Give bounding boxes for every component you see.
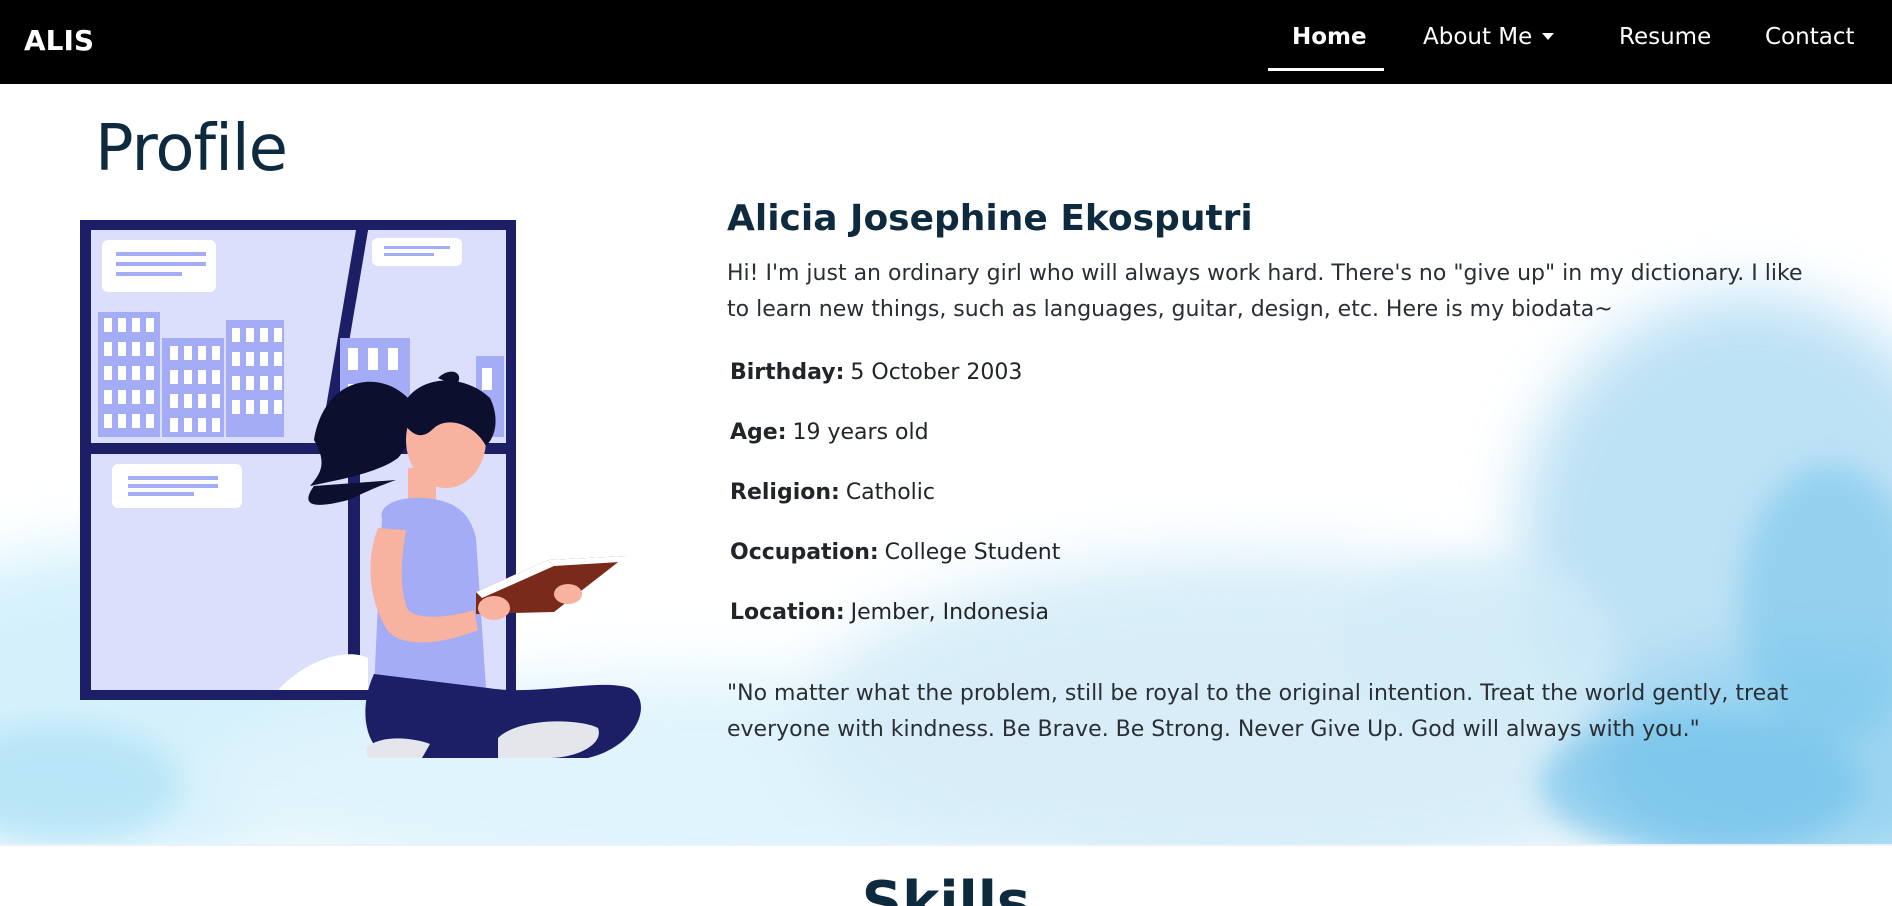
skills-heading: Skills bbox=[861, 870, 1031, 906]
profile-name: Alicia Josephine Ekosputri bbox=[727, 198, 1253, 239]
nav-about-me-label: About Me bbox=[1423, 24, 1533, 50]
brand-logo-link[interactable]: ALIS bbox=[24, 24, 94, 57]
nav-about-me-dropdown[interactable]: About Me bbox=[1423, 24, 1555, 50]
biodata-age-row: Age: 19 years old bbox=[730, 420, 929, 445]
biodata-label: Birthday: bbox=[730, 360, 845, 385]
top-navbar: ALIS Home About Me Resume Contact bbox=[0, 0, 1892, 84]
girl-reading-illustration bbox=[80, 220, 641, 758]
nav-contact-link[interactable]: Contact bbox=[1765, 24, 1854, 50]
biodata-value: Catholic bbox=[845, 480, 936, 505]
profile-quote: "No matter what the problem, still be ro… bbox=[727, 681, 1789, 742]
nav-resume-link[interactable]: Resume bbox=[1619, 24, 1711, 50]
biodata-value: Jember, Indonesia bbox=[850, 600, 1050, 625]
biodata-value: College Student bbox=[884, 540, 1061, 565]
biodata-label: Location: bbox=[730, 600, 845, 625]
biodata-location-row: Location: Jember, Indonesia bbox=[730, 600, 1049, 625]
profile-section: Profile Alicia Josephine Ekosputri Hi! I… bbox=[0, 84, 1892, 846]
biodata-religion-row: Religion: Catholic bbox=[730, 480, 935, 505]
profile-heading: Profile bbox=[95, 112, 288, 186]
profile-intro-text: Hi! I'm just an ordinary girl who will a… bbox=[727, 261, 1803, 322]
biodata-occupation-row: Occupation: College Student bbox=[730, 540, 1060, 565]
nav-home-link[interactable]: Home bbox=[1292, 24, 1367, 50]
biodata-label: Age: bbox=[730, 420, 787, 445]
active-nav-indicator bbox=[1268, 68, 1384, 71]
biodata-value: 5 October 2003 bbox=[850, 360, 1023, 385]
biodata-birthday-row: Birthday: 5 October 2003 bbox=[730, 360, 1022, 385]
biodata-value: 19 years old bbox=[792, 420, 929, 445]
section-divider bbox=[0, 844, 1892, 846]
biodata-label: Religion: bbox=[730, 480, 840, 505]
caret-down-icon bbox=[1542, 33, 1555, 40]
biodata-label: Occupation: bbox=[730, 540, 879, 565]
